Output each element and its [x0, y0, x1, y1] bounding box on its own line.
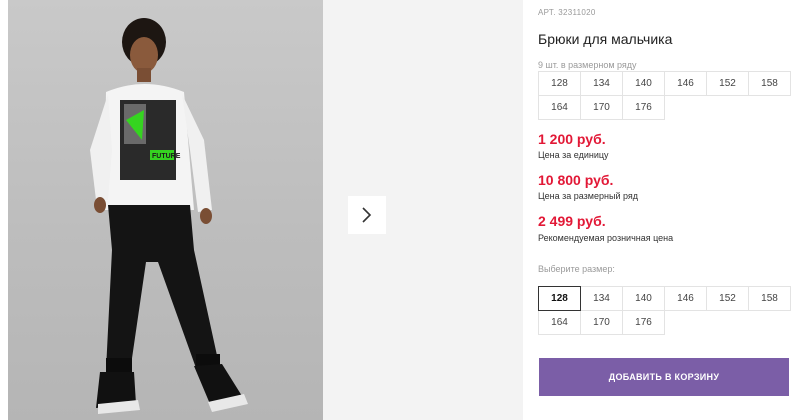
size-option[interactable]: 152: [706, 286, 749, 311]
size-run-cell: 152: [706, 71, 749, 96]
size-option[interactable]: 176: [622, 310, 665, 335]
size-option[interactable]: 170: [580, 310, 623, 335]
size-run-grid: 128 134 140 146 152 158 164 170 176: [538, 71, 791, 120]
size-run-cell: 140: [622, 71, 665, 96]
product-photo-illustration: FUTURE: [90, 18, 248, 414]
size-option-selected[interactable]: 128: [538, 286, 581, 311]
size-run-cell: 134: [580, 71, 623, 96]
size-run-cell: 158: [748, 71, 791, 96]
size-option[interactable]: 146: [664, 286, 707, 311]
size-option[interactable]: 134: [580, 286, 623, 311]
size-option[interactable]: 164: [538, 310, 581, 335]
size-selector: 128 134 140 146 152 158 164 170 176: [538, 286, 791, 335]
product-image: FUTURE: [8, 0, 323, 420]
size-run-price: 10 800 руб.: [538, 172, 614, 188]
size-select-label: Выберите размер:: [538, 264, 615, 274]
size-run-cell: 176: [622, 95, 665, 120]
retail-price: 2 499 руб.: [538, 213, 606, 229]
product-info-panel: АРТ. 32311020 Брюки для мальчика 9 шт. в…: [538, 0, 800, 420]
unit-price-label: Цена за единицу: [538, 150, 609, 160]
size-run-cell: 164: [538, 95, 581, 120]
product-title: Брюки для мальчика: [538, 31, 673, 47]
retail-price-label: Рекомендуемая розничная цена: [538, 233, 674, 243]
size-run-cell: 128: [538, 71, 581, 96]
chevron-right-icon: [362, 207, 372, 223]
print-text: FUTURE: [152, 153, 181, 160]
size-run-price-label: Цена за размерный ряд: [538, 191, 639, 201]
gallery-next-button[interactable]: [348, 196, 386, 234]
size-run-cell: 146: [664, 71, 707, 96]
size-option[interactable]: 140: [622, 286, 665, 311]
size-run-caption: 9 шт. в размерном ряду: [538, 60, 637, 70]
add-to-cart-button[interactable]: ДОБАВИТЬ В КОРЗИНУ: [539, 358, 789, 396]
size-run-cell: 170: [580, 95, 623, 120]
unit-price: 1 200 руб.: [538, 131, 606, 147]
product-sku: АРТ. 32311020: [538, 8, 596, 17]
size-option[interactable]: 158: [748, 286, 791, 311]
